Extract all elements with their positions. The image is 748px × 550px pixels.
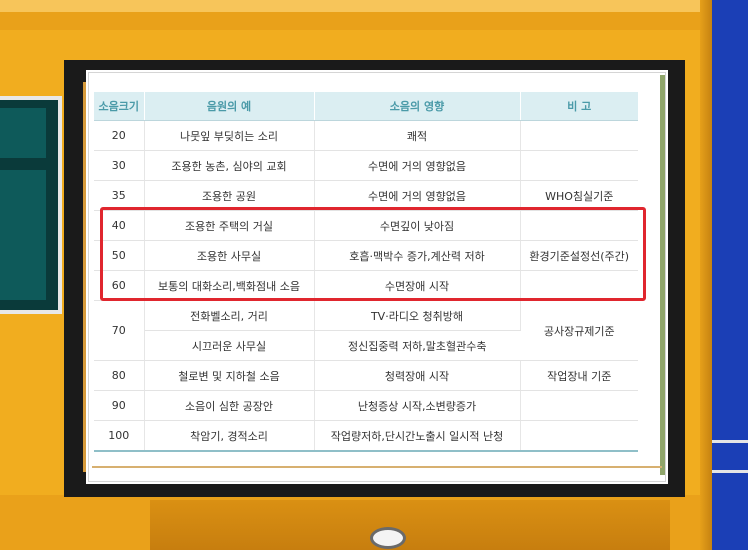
cell-sound-source: 나뭇잎 부딪히는 소리 (144, 120, 315, 151)
cell-note (520, 120, 638, 151)
cell-noise-level: 60 (94, 270, 145, 301)
cell-noise-effect: 수면장애 시작 (314, 270, 521, 301)
cell-note: WHO침실기준 (520, 180, 638, 211)
cell-noise-effect: 수면깊이 낮아짐 (314, 210, 521, 241)
cell-noise-effect: 수면에 거의 영향없음 (314, 150, 521, 181)
ceiling-lamp (370, 527, 406, 549)
cell-noise-level: 70 (94, 300, 145, 361)
roof-ledge (0, 0, 715, 12)
sky (712, 0, 748, 550)
cell-sound-source: 철로변 및 지하철 소음 (144, 360, 315, 391)
table-row: 100 착암기, 경적소리 작업량저하,단시간노출시 일시적 난청 (94, 420, 638, 452)
header-noise-level: 소음크기 (94, 92, 145, 121)
cell-note (520, 420, 638, 452)
railing (712, 440, 748, 443)
paper-edge-bottom (92, 466, 662, 468)
cell-note (520, 150, 638, 181)
cell-note (520, 210, 638, 241)
table-row: 60 보통의 대화소리,백화점내 소음 수면장애 시작 (94, 270, 638, 301)
cell-sound-source: 보통의 대화소리,백화점내 소음 (144, 270, 315, 301)
cell-noise-effect: 청력장애 시작 (314, 360, 521, 391)
cell-noise-effect: TV·라디오 청취방해 (314, 300, 521, 331)
table-row: 80 철로변 및 지하철 소음 청력장애 시작 작업장내 기준 (94, 360, 638, 391)
balcony-shadow (150, 500, 670, 550)
table-row: 20 나뭇잎 부딪히는 소리 쾌적 (94, 120, 638, 151)
header-noise-effect: 소음의 영향 (314, 92, 521, 121)
cell-sound-source: 조용한 사무실 (144, 240, 315, 271)
header-sound-source: 음원의 예 (144, 92, 315, 121)
cell-noise-level: 80 (94, 360, 145, 391)
window-pane (0, 108, 46, 158)
cell-noise-level: 90 (94, 390, 145, 421)
cell-noise-effect: 수면에 거의 영향없음 (314, 180, 521, 211)
cell-sound-source: 소음이 심한 공장안 (144, 390, 315, 421)
cell-noise-level: 30 (94, 150, 145, 181)
paper-edge-green (660, 75, 665, 475)
cell-noise-effect: 난청증상 시작,소변량증가 (314, 390, 521, 421)
cell-noise-effect: 정신집중력 저하,말초혈관수축 (314, 330, 520, 361)
railing (712, 470, 748, 473)
table-row: 30 조용한 농촌, 심야의 교회 수면에 거의 영향없음 (94, 150, 638, 181)
table-row: 40 조용한 주택의 거실 수면깊이 낮아짐 (94, 210, 638, 241)
cell-note: 공사장규제기준 (520, 300, 638, 361)
window-pane (0, 170, 46, 300)
cell-note (520, 390, 638, 421)
table-row: 90 소음이 심한 공장안 난청증상 시작,소변량증가 (94, 390, 638, 421)
table-row: 35 조용한 공원 수면에 거의 영향없음 WHO침실기준 (94, 180, 638, 211)
table-row: 50 조용한 사무실 호흡·맥박수 증가,계산력 저하 환경기준설정선(주간) (94, 240, 638, 271)
noise-level-table: 소음크기 음원의 예 소음의 영향 비 고 20 나뭇잎 부딪히는 소리 쾌적 … (94, 92, 638, 452)
cell-sound-source: 조용한 농촌, 심야의 교회 (144, 150, 315, 181)
cell-noise-level: 20 (94, 120, 145, 151)
cell-sound-source: 조용한 공원 (144, 180, 315, 211)
cell-noise-level: 40 (94, 210, 145, 241)
cell-sound-source: 조용한 주택의 거실 (144, 210, 315, 241)
cell-sound-source: 착암기, 경적소리 (144, 420, 315, 452)
header-note: 비 고 (520, 92, 638, 121)
cell-sound-source: 시끄러운 사무실 (144, 330, 315, 361)
cell-note: 환경기준설정선(주간) (520, 240, 638, 271)
table-header-row: 소음크기 음원의 예 소음의 영향 비 고 (94, 92, 638, 121)
cell-noise-level: 50 (94, 240, 145, 271)
cell-note: 작업장내 기준 (520, 360, 638, 391)
cell-noise-effect: 작업량저하,단시간노출시 일시적 난청 (314, 420, 521, 452)
cell-note (520, 270, 638, 301)
cell-sound-source: 전화벨소리, 거리 (144, 300, 315, 331)
cell-noise-effect: 호흡·맥박수 증가,계산력 저하 (314, 240, 521, 271)
cell-noise-level: 100 (94, 420, 145, 452)
table-row: 70 전화벨소리, 거리 TV·라디오 청취방해 공사장규제기준 (94, 300, 638, 361)
cell-noise-level: 35 (94, 180, 145, 211)
cell-noise-effect: 쾌적 (314, 120, 521, 151)
window (0, 96, 62, 314)
